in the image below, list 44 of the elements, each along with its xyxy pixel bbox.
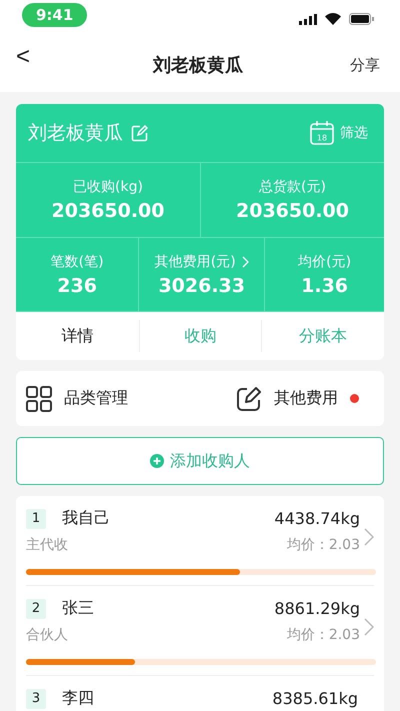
rank-badge: 1 bbox=[26, 508, 46, 528]
battery-icon bbox=[349, 13, 374, 25]
stat-label: 其他费用(元) bbox=[154, 252, 236, 270]
average-price: 均价：2.03 bbox=[286, 626, 360, 644]
signal-icon bbox=[299, 14, 317, 24]
rank-badge: 2 bbox=[26, 598, 46, 618]
buyer-name: 张三 bbox=[62, 598, 94, 619]
stat-label: 总货款(元) bbox=[259, 178, 326, 196]
stat-value: 236 bbox=[57, 274, 97, 296]
stat-value: 203650.00 bbox=[52, 200, 164, 222]
buyer-row[interactable]: 3 李四 8385.61kg bbox=[26, 676, 374, 711]
chevron-right-icon bbox=[364, 528, 374, 546]
calendar-icon: 18 bbox=[310, 121, 334, 145]
buyer-role: 合伙人 bbox=[26, 626, 68, 644]
stat-label: 已收购(kg) bbox=[73, 178, 143, 196]
action-button[interactable]: 其他费用 bbox=[200, 386, 374, 412]
rank-badge: 3 bbox=[26, 688, 46, 708]
stat-value: 203650.00 bbox=[236, 200, 349, 222]
page-title: 刘老板黄瓜 bbox=[153, 54, 243, 77]
buyer-role: 主代收 bbox=[26, 536, 68, 554]
buyer-name: 我自己 bbox=[62, 508, 110, 529]
buyer-amount: 4438.74kg bbox=[274, 509, 360, 528]
back-button[interactable]: < bbox=[16, 43, 56, 71]
stat-label: 笔数(笔) bbox=[50, 252, 104, 270]
status-time: 9:41 bbox=[22, 3, 88, 27]
chevron-right-icon bbox=[242, 256, 249, 268]
stat-value: 1.36 bbox=[301, 274, 348, 296]
buyer-name: 李四 bbox=[62, 688, 94, 709]
action-button[interactable]: 品类管理 bbox=[26, 386, 200, 412]
buyer-row[interactable]: 2 张三 8861.29kg 合伙人 均价：2.03 bbox=[26, 586, 374, 676]
plus-circle-icon bbox=[150, 454, 164, 468]
grid-icon bbox=[26, 386, 52, 412]
average-price: 均价：2.03 bbox=[286, 536, 360, 554]
share-button[interactable]: 分享 bbox=[340, 56, 380, 74]
wifi-icon bbox=[325, 13, 341, 25]
buyer-amount: 8861.29kg bbox=[274, 599, 360, 618]
summary-title: 刘老板黄瓜 bbox=[28, 121, 123, 146]
stat-label: 均价(元) bbox=[298, 252, 352, 270]
buyer-row[interactable]: 1 我自己 4438.74kg 主代收 均价：2.03 bbox=[26, 496, 374, 586]
edit-icon bbox=[236, 386, 262, 412]
chevron-right-icon bbox=[364, 618, 374, 636]
buyer-amount: 8385.61kg bbox=[272, 689, 358, 708]
stat-value: 3026.33 bbox=[158, 274, 245, 296]
edit-icon[interactable] bbox=[131, 124, 148, 142]
